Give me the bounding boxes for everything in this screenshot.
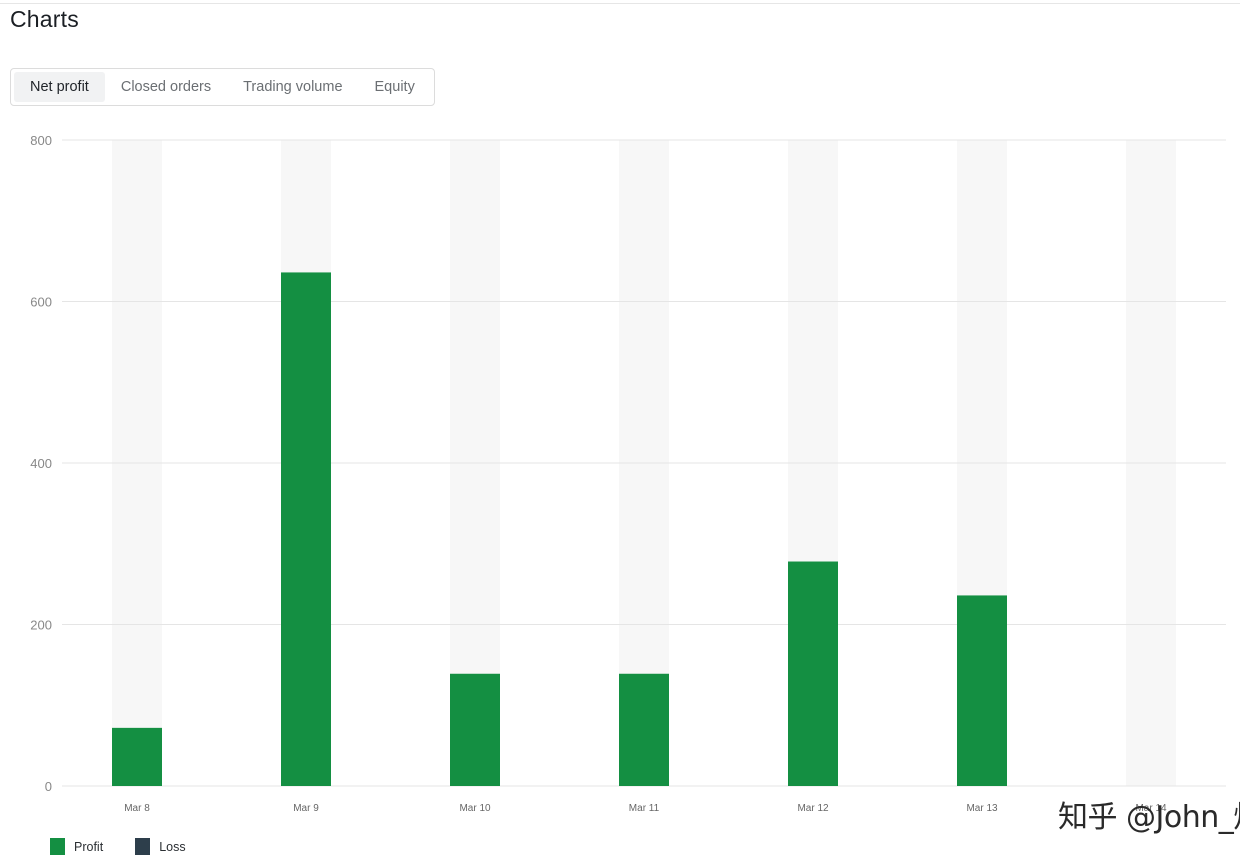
top-divider — [0, 3, 1240, 4]
tab-net-profit[interactable]: Net profit — [14, 72, 105, 102]
watermark: 知乎 @John_灿 — [1058, 800, 1240, 835]
x-tick-label: Mar 10 — [459, 803, 491, 814]
x-tick-label: Mar 9 — [293, 803, 319, 814]
tab-trading-volume[interactable]: Trading volume — [227, 72, 358, 102]
y-tick-label: 600 — [30, 295, 52, 310]
y-tick-label: 200 — [30, 618, 52, 633]
bar-profit — [450, 673, 500, 786]
chart-tabs: Net profit Closed orders Trading volume … — [10, 68, 435, 106]
x-tick-label: Mar 8 — [124, 803, 150, 814]
x-tick-label: Mar 11 — [629, 803, 660, 814]
x-tick-label: Mar 13 — [966, 803, 998, 814]
legend-label-profit: Profit — [74, 839, 104, 854]
y-tick-label: 400 — [30, 456, 52, 471]
tab-closed-orders[interactable]: Closed orders — [105, 72, 227, 102]
bar-profit — [619, 673, 669, 786]
page-title: Charts — [10, 6, 79, 32]
tab-equity[interactable]: Equity — [359, 72, 431, 102]
bar-profit — [112, 727, 162, 786]
legend-item-loss[interactable]: Loss — [135, 838, 186, 855]
chart-legend: Profit Loss — [50, 838, 218, 855]
bar-profit — [957, 595, 1007, 786]
net-profit-chart: 0 200 400 600 800 Mar 8 Mar 9 Mar 10 Mar 11 Mar 1… — [30, 133, 1226, 814]
bar-profit — [281, 272, 331, 786]
legend-item-profit[interactable]: Profit — [50, 838, 103, 855]
y-tick-label: 800 — [30, 133, 52, 148]
legend-swatch-profit — [50, 838, 65, 855]
legend-swatch-loss — [135, 838, 151, 855]
x-tick-label: Mar 12 — [797, 803, 829, 814]
legend-label-loss: Loss — [159, 839, 186, 854]
y-tick-label: 0 — [45, 779, 52, 794]
bar-profit — [788, 561, 838, 786]
